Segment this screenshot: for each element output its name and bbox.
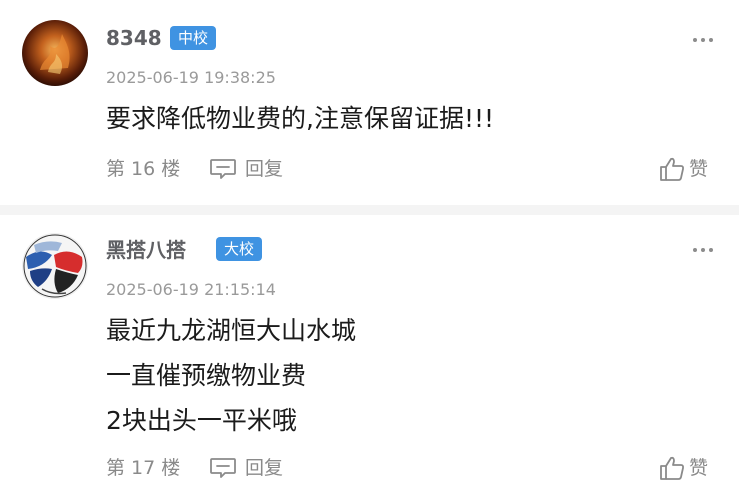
thumbs-up-icon: [660, 157, 684, 181]
more-dots-icon[interactable]: [693, 36, 717, 44]
reply-label: 回复: [245, 158, 284, 180]
content-line: 一直催预缴物业费: [106, 361, 307, 390]
comment-item: 黑搭八搭 大校 2025-06-19 21:15:14 最近九龙湖恒大山水城 一…: [0, 215, 739, 500]
more-dots-icon[interactable]: [693, 246, 717, 254]
timestamp: 2025-06-19 21:15:14: [106, 280, 276, 299]
user-avatar[interactable]: [22, 233, 88, 299]
timestamp: 2025-06-19 19:38:25: [106, 68, 276, 87]
reply-button[interactable]: 回复: [209, 456, 283, 480]
comment-content: 要求降低物业费的,注意保留证据!!!: [106, 96, 494, 141]
username[interactable]: 黑搭八搭: [106, 237, 186, 263]
comment-item: 8348 中校 2025-06-19 19:38:25 要求降低物业费的,注意保…: [0, 0, 739, 205]
content-line: 2块出头一平米哦: [106, 406, 297, 435]
like-button[interactable]: 赞: [659, 155, 708, 183]
rank-badge: 大校: [216, 237, 263, 261]
thumbs-up-icon: [660, 456, 684, 480]
content-line: 要求降低物业费的,注意保留证据!!!: [106, 104, 495, 133]
divider: [0, 205, 739, 215]
floor-number: 第 17 楼: [106, 457, 181, 479]
comment-bubble-icon: [210, 159, 236, 179]
reply-button[interactable]: 回复: [209, 157, 283, 181]
like-label: 赞: [689, 158, 709, 180]
comment-content: 最近九龙湖恒大山水城 一直催预缴物业费 2块出头一平米哦: [106, 308, 356, 443]
username[interactable]: 8348: [106, 25, 162, 51]
comment-bubble-icon: [210, 458, 236, 478]
fire-avatar-image: [22, 20, 88, 86]
user-avatar[interactable]: [22, 20, 88, 86]
floor-number: 第 16 楼: [106, 158, 181, 180]
like-label: 赞: [689, 457, 709, 479]
reply-label: 回复: [245, 457, 284, 479]
like-button[interactable]: 赞: [659, 454, 708, 482]
soccer-ball-avatar-image: [22, 233, 88, 299]
rank-badge: 中校: [170, 26, 217, 50]
content-line: 最近九龙湖恒大山水城: [106, 316, 357, 345]
